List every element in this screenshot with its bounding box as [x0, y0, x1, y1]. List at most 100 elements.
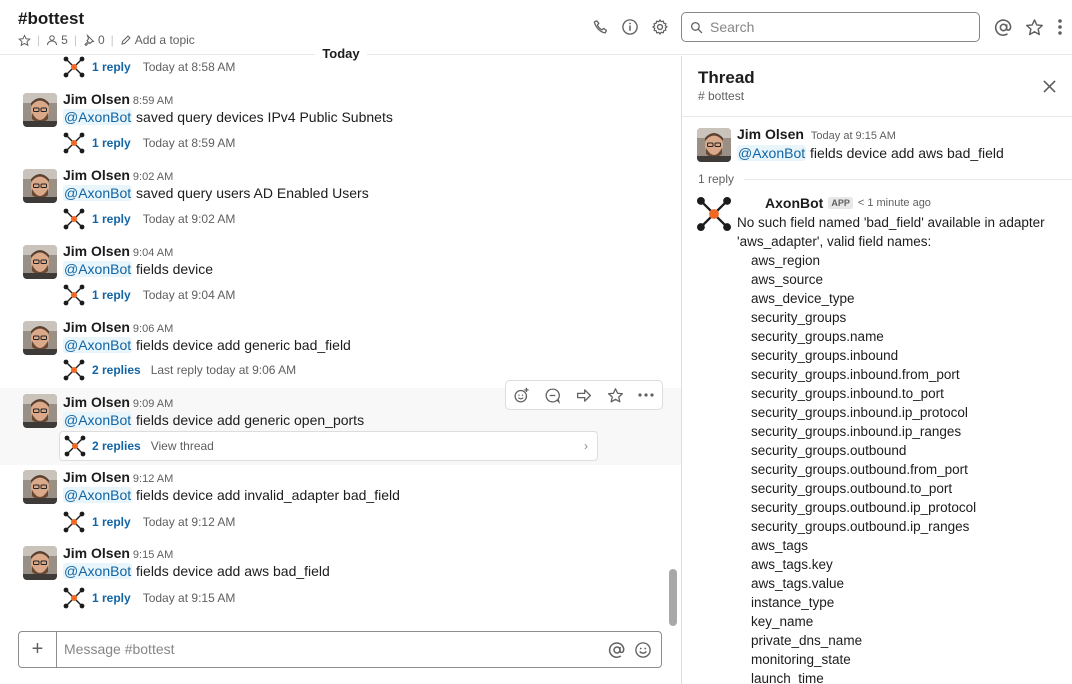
axonbot-avatar-icon[interactable] [696, 196, 732, 232]
field-name-item: aws_source [751, 272, 824, 287]
reply-in-thread-button[interactable] [541, 383, 565, 407]
emoji-button[interactable] [632, 639, 654, 661]
thread-replies-link[interactable]: 1 reply Today at 8:59 AM [63, 132, 235, 154]
axonbot-avatar-icon [63, 359, 85, 381]
user-name[interactable]: Jim Olsen [63, 319, 130, 335]
message-time[interactable]: 9:09 AM [133, 398, 173, 410]
message-time[interactable]: 9:15 AM [133, 549, 173, 561]
bot-name[interactable]: AxonBot [765, 195, 823, 211]
more-actions-button[interactable] [634, 383, 658, 407]
add-reaction-button[interactable] [510, 383, 534, 407]
message: Jim Olsen 9:02 AM @AxonBot saved query us… [0, 159, 681, 235]
message: Jim Olsen 9:15 AM @AxonBot fields device … [0, 542, 681, 618]
user-avatar[interactable] [23, 93, 57, 127]
more-menu-button[interactable] [1048, 15, 1072, 39]
message-time[interactable]: Today at 9:15 AM [811, 130, 896, 142]
message-time[interactable]: < 1 minute ago [858, 197, 931, 209]
reply-time: Today at 8:59 AM [142, 136, 236, 150]
field-name-item: security_groups.inbound.ip_protocol [751, 405, 968, 420]
thread-reply-count: 1 reply [698, 172, 735, 186]
message-body: saved query users AD Enabled Users [136, 185, 369, 201]
user-avatar[interactable] [23, 470, 57, 504]
mention-button[interactable] [606, 639, 628, 661]
mentions-button[interactable] [991, 15, 1015, 39]
settings-button[interactable] [648, 15, 672, 39]
message-composer[interactable]: + Message #bottest [18, 631, 662, 668]
thread-parent-text: @AxonBot fields device add aws bad_field [737, 145, 1004, 161]
member-icon [47, 35, 58, 46]
message-header: Jim Olsen 9:12 AM [63, 469, 173, 486]
message-time[interactable]: 9:06 AM [133, 323, 173, 335]
reply-count: 1 reply [92, 288, 131, 302]
message-time[interactable]: 9:12 AM [133, 473, 173, 485]
user-name[interactable]: Jim Olsen [63, 394, 130, 410]
message-body: fields device [136, 261, 214, 277]
field-name-item: aws_device_type [751, 291, 855, 306]
thread-replies-link[interactable]: 2 replies View thread › [59, 431, 598, 461]
members-button[interactable]: 5 [46, 33, 68, 47]
mention[interactable]: @AxonBot [63, 487, 133, 503]
message-text: @AxonBot saved query devices IPv4 Public… [63, 109, 393, 125]
reply-count: 1 reply [92, 515, 131, 529]
user-avatar[interactable] [23, 546, 57, 580]
message-header: Jim Olsen 9:02 AM [63, 167, 173, 184]
channel-name[interactable]: #bottest [18, 9, 84, 29]
member-count: 5 [61, 33, 68, 47]
message-time[interactable]: 9:02 AM [133, 171, 173, 183]
mention[interactable]: @AxonBot [737, 145, 807, 161]
axonbot-avatar-icon [63, 587, 85, 609]
thread-replies-link[interactable]: 1 reply Today at 9:02 AM [63, 208, 235, 230]
message-body: fields device add generic open_ports [136, 412, 365, 428]
field-name-item: security_groups.inbound [751, 348, 899, 363]
bot-message-header: AxonBot APP < 1 minute ago [765, 195, 931, 211]
reply-divider [744, 179, 1072, 180]
call-button[interactable] [588, 15, 612, 39]
user-name[interactable]: Jim Olsen [63, 243, 130, 259]
add-topic-button[interactable]: Add a topic [120, 33, 195, 47]
thread-header: Thread # bottest [682, 56, 1072, 117]
axonbot-avatar-icon [63, 284, 85, 306]
user-name[interactable]: Jim Olsen [63, 469, 130, 485]
thread-replies-link[interactable]: 1 reply Today at 8:58 AM [63, 56, 235, 78]
gear-icon [648, 15, 672, 39]
mention[interactable]: @AxonBot [63, 563, 133, 579]
mention[interactable]: @AxonBot [63, 412, 133, 428]
user-avatar[interactable] [23, 169, 57, 203]
message-list-scrollbar[interactable] [669, 569, 677, 626]
thread-replies-link[interactable]: 1 reply Today at 9:04 AM [63, 284, 235, 306]
mention[interactable]: @AxonBot [63, 109, 133, 125]
user-avatar[interactable] [23, 321, 57, 355]
user-name[interactable]: Jim Olsen [63, 167, 130, 183]
message: Jim Olsen 8:59 AM @AxonBot saved query de… [0, 83, 681, 159]
pins-button[interactable]: 0 [83, 33, 105, 47]
app-badge: APP [828, 197, 853, 209]
star-channel-button[interactable] [18, 33, 31, 47]
user-avatar[interactable] [697, 128, 731, 162]
field-name-item: key_name [751, 614, 814, 629]
thread-channel-link[interactable]: # bottest [698, 89, 744, 103]
thread-replies-link[interactable]: 2 replies Last reply today at 9:06 AM [63, 359, 296, 381]
user-name[interactable]: Jim Olsen [63, 91, 130, 107]
message: Jim Olsen 9:06 AM @AxonBot fields device … [0, 311, 681, 387]
message-time[interactable]: 9:04 AM [133, 247, 173, 259]
search-icon [690, 21, 703, 33]
user-name[interactable]: Jim Olsen [737, 126, 804, 142]
mention[interactable]: @AxonBot [63, 337, 133, 353]
mention[interactable]: @AxonBot [63, 261, 133, 277]
search-input[interactable]: Search [681, 12, 980, 42]
field-name-item: launch_time [751, 671, 824, 684]
user-avatar[interactable] [23, 245, 57, 279]
attach-button[interactable]: + [19, 632, 57, 667]
message-body: fields device add aws bad_field [810, 145, 1004, 161]
message-time[interactable]: 8:59 AM [133, 95, 173, 107]
close-thread-button[interactable] [1039, 76, 1059, 96]
mention[interactable]: @AxonBot [63, 185, 133, 201]
starred-items-button[interactable] [1022, 15, 1046, 39]
share-message-button[interactable] [572, 383, 596, 407]
details-button[interactable] [618, 15, 642, 39]
thread-replies-link[interactable]: 1 reply Today at 9:15 AM [63, 587, 235, 609]
thread-replies-link[interactable]: 1 reply Today at 9:12 AM [63, 511, 235, 533]
user-name[interactable]: Jim Olsen [63, 545, 130, 561]
save-message-button[interactable] [603, 383, 627, 407]
user-avatar[interactable] [23, 394, 57, 428]
